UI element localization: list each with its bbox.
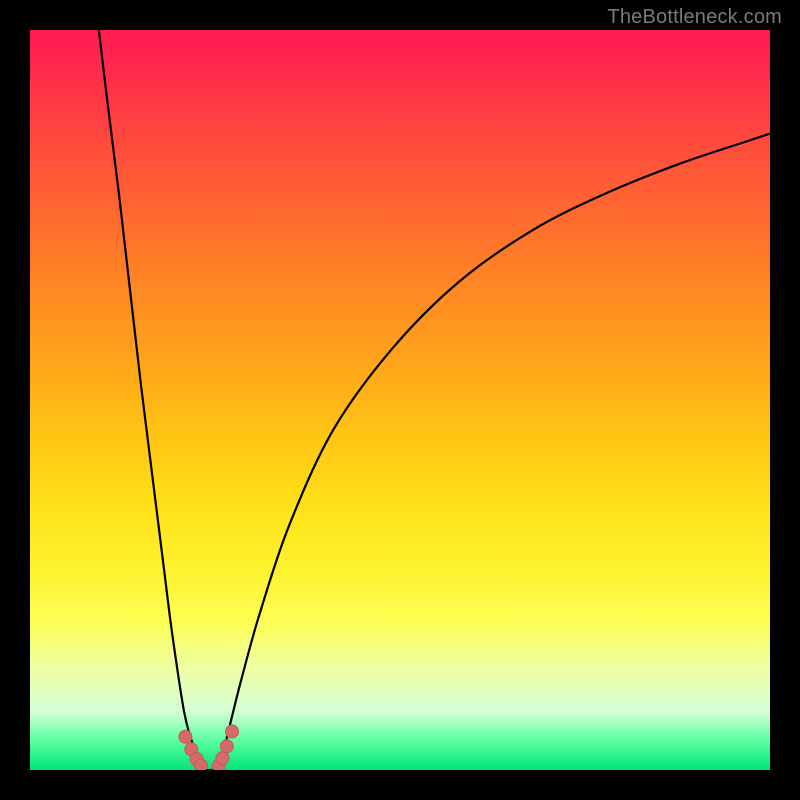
watermark-text: TheBottleneck.com (607, 6, 782, 29)
plot-area (30, 30, 770, 770)
gradient-background (30, 30, 770, 770)
chart-frame: TheBottleneck.com (0, 0, 800, 800)
